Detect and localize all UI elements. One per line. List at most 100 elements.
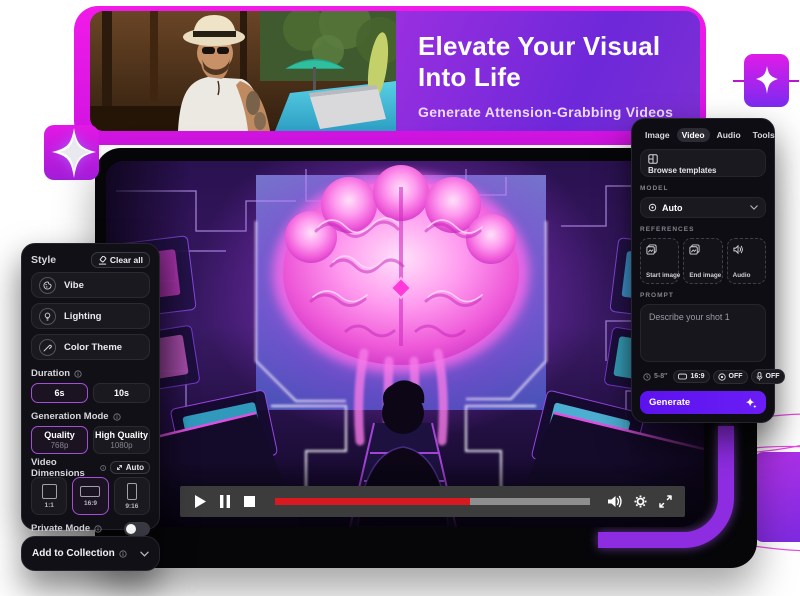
page: Elevate Your Visual Into Life Generate A… xyxy=(0,0,800,596)
start-image-card[interactable]: Start image xyxy=(640,238,679,284)
style-option-vibe[interactable]: Vibe xyxy=(31,272,150,298)
duration-10s-button[interactable]: 10s xyxy=(93,383,150,403)
clear-all-label: Clear all xyxy=(110,255,143,265)
four-point-star-icon xyxy=(752,64,782,98)
templates-icon xyxy=(648,154,658,164)
sparkle-icon xyxy=(745,397,757,409)
settings-button[interactable] xyxy=(633,494,648,509)
stop-icon xyxy=(244,496,255,507)
gear-icon xyxy=(634,495,647,508)
style-panel: Style Clear all Vibe Lighting xyxy=(21,243,160,530)
fullscreen-button[interactable] xyxy=(658,494,673,509)
tab-video[interactable]: Video xyxy=(677,128,710,142)
duration-6s-button[interactable]: 6s xyxy=(31,383,88,403)
image-stack-icon xyxy=(689,244,700,255)
quality-sub: 768p xyxy=(51,441,69,450)
play-icon xyxy=(194,495,206,508)
model-section-label: MODEL xyxy=(640,185,766,194)
stop-button[interactable] xyxy=(242,494,257,509)
browse-templates-label: Browse templates xyxy=(648,166,758,175)
bulb-icon xyxy=(39,308,56,325)
start-image-label: Start image xyxy=(646,272,680,279)
video-dimensions-label: Video Dimensions Auto xyxy=(31,462,150,473)
duration-chip[interactable]: 5-8″ xyxy=(640,370,670,384)
chevron-down-icon xyxy=(140,551,149,557)
auto-label: Auto xyxy=(126,463,144,472)
ratio-16-9-button[interactable]: 16:9 xyxy=(72,477,108,515)
references-row: Start image End image Audio xyxy=(640,238,766,284)
browse-templates-card[interactable]: Browse templates xyxy=(640,149,766,177)
prompt-input[interactable] xyxy=(641,305,765,361)
fullscreen-icon xyxy=(659,495,672,508)
info-icon xyxy=(113,413,121,421)
quality-title: High Quality xyxy=(95,430,148,440)
private-mode-row: Private Mode xyxy=(31,523,150,534)
volume-button[interactable] xyxy=(608,494,623,509)
pause-button[interactable] xyxy=(217,494,232,509)
style-option-color-theme[interactable]: Color Theme xyxy=(31,334,150,360)
model-auto-icon xyxy=(648,203,657,212)
settings-chips: 5-8″ 16:9 OFF OFF xyxy=(640,369,766,384)
style-option-lighting[interactable]: Lighting xyxy=(31,303,150,329)
speaker-icon xyxy=(733,244,744,255)
end-image-card[interactable]: End image xyxy=(683,238,722,284)
style-option-label: Color Theme xyxy=(64,342,122,353)
tab-tools[interactable]: Tools xyxy=(748,128,780,142)
duration-label: Duration xyxy=(31,368,150,379)
video-preview[interactable] xyxy=(106,161,704,527)
audio-reference-card[interactable]: Audio xyxy=(727,238,766,284)
mic-off-chip[interactable]: OFF xyxy=(751,369,785,384)
info-icon xyxy=(74,370,82,378)
image-stack-icon xyxy=(646,244,657,255)
private-mode-toggle[interactable] xyxy=(124,522,150,536)
add-to-collection-card[interactable]: Add to Collection xyxy=(21,536,160,571)
diagonal-arrows-icon xyxy=(116,464,123,471)
hero-title-line1: Elevate Your Visual xyxy=(418,31,700,62)
model-select[interactable]: Auto xyxy=(640,197,766,218)
player-bar xyxy=(180,486,685,517)
sparkle-decoration xyxy=(46,126,108,190)
ratio-1-1-button[interactable]: 1:1 xyxy=(31,477,67,515)
sound-off-chip[interactable]: OFF xyxy=(713,370,748,384)
quality-768p-button[interactable]: Quality 768p xyxy=(31,426,88,454)
quality-title: Quality xyxy=(44,430,75,440)
private-mode-label: Private Mode xyxy=(31,523,90,534)
hero-photo xyxy=(90,11,396,131)
progress-bar[interactable] xyxy=(275,498,590,505)
dimensions-auto-button[interactable]: Auto xyxy=(110,461,150,474)
portrait-shape-icon xyxy=(127,483,137,500)
generate-label: Generate xyxy=(649,397,690,408)
tab-image[interactable]: Image xyxy=(640,128,675,142)
play-button[interactable] xyxy=(192,494,207,509)
quality-sub: 1080p xyxy=(110,441,132,450)
square-shape-icon xyxy=(42,484,57,499)
add-to-collection-label: Add to Collection xyxy=(32,548,115,559)
info-icon xyxy=(100,464,106,472)
tab-audio[interactable]: Audio xyxy=(712,128,746,142)
sparkle-badge xyxy=(744,54,789,107)
clock-icon xyxy=(643,373,651,381)
ratio-9-16-button[interactable]: 9:16 xyxy=(114,477,150,515)
palette-icon xyxy=(39,277,56,294)
landscape-shape-icon xyxy=(80,486,100,497)
chevron-down-icon xyxy=(750,205,758,210)
high-quality-1080p-button[interactable]: High Quality 1080p xyxy=(93,426,150,454)
sound-icon xyxy=(718,373,726,381)
audio-reference-label: Audio xyxy=(733,272,751,279)
clear-all-button[interactable]: Clear all xyxy=(91,252,150,268)
hero-banner: Elevate Your Visual Into Life Generate A… xyxy=(90,11,700,131)
eyedropper-icon xyxy=(39,339,56,356)
references-section-label: REFERENCES xyxy=(640,226,766,235)
end-image-label: End image xyxy=(689,272,721,279)
decorative-purple-square xyxy=(752,452,800,542)
pause-icon xyxy=(220,495,230,508)
generator-panel: Image Video Audio Tools Browse templates… xyxy=(631,118,775,423)
four-point-star-icon xyxy=(46,126,108,190)
generate-button[interactable]: Generate xyxy=(640,391,766,414)
hero-title-line2: Into Life xyxy=(418,62,700,93)
aspect-chip[interactable]: 16:9 xyxy=(673,370,709,383)
prompt-section-label: PROMPT xyxy=(640,292,766,301)
hero-title: Elevate Your Visual Into Life xyxy=(418,31,700,93)
model-value: Auto xyxy=(662,203,683,213)
hero-text-block: Elevate Your Visual Into Life Generate A… xyxy=(396,11,700,131)
